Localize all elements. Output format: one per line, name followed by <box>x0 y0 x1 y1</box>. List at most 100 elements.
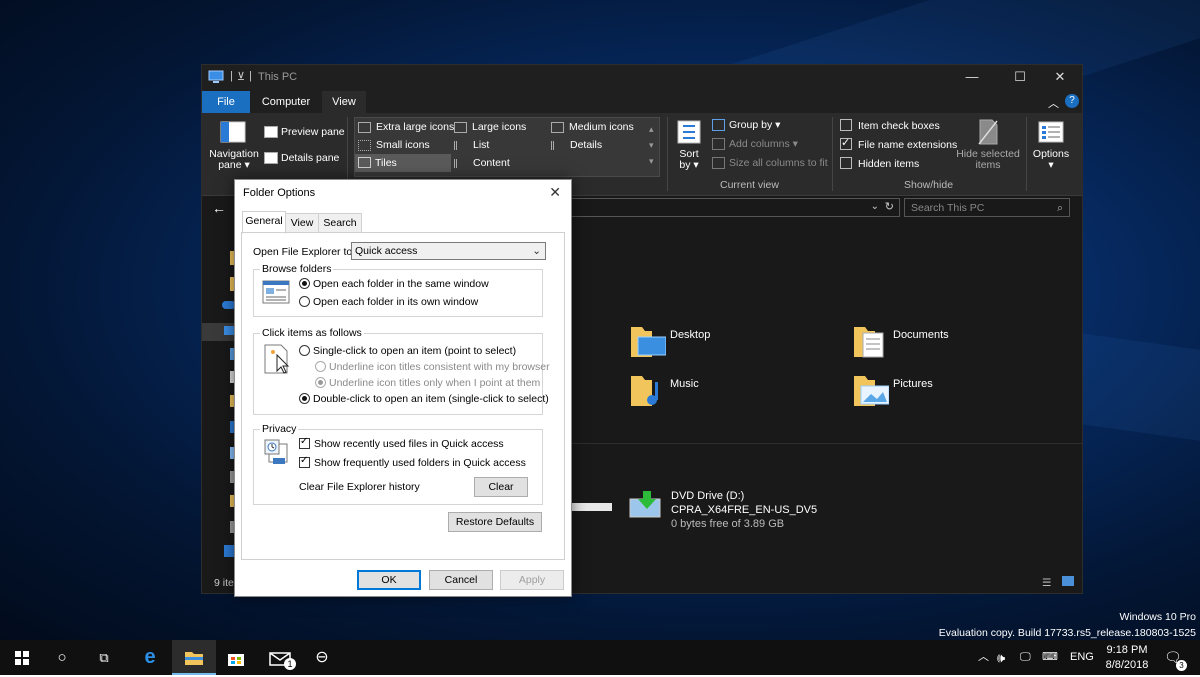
search-box[interactable]: Search This PC ⌕ <box>904 198 1070 217</box>
group-by-button[interactable]: Group by ▾ <box>712 119 780 132</box>
options-button[interactable]: Options ▾ <box>1031 149 1071 171</box>
tab-general[interactable]: General <box>242 211 286 234</box>
underline-point-radio[interactable] <box>315 376 326 388</box>
dvd-drive[interactable]: DVD Drive (D:) CPRA_X64FRE_EN-US_DV5 0 b… <box>629 489 817 530</box>
tab-file[interactable]: File <box>202 91 250 113</box>
folder-desktop[interactable]: Desktop <box>630 323 710 362</box>
single-click-option[interactable]: Single-click to open an item (point to s… <box>299 344 517 357</box>
mail-button[interactable]: 1 <box>258 640 302 675</box>
dialog-close-icon[interactable]: ✕ <box>549 184 561 201</box>
recent-files-checkbox[interactable] <box>299 436 310 449</box>
nav-this-pc-selected[interactable] <box>202 323 236 341</box>
hide-selected-items-icon <box>978 119 998 145</box>
network-tray-icon[interactable]: 🖵 <box>1020 640 1031 675</box>
layout-gallery-scroll[interactable]: ▴ ▾ ▾ <box>649 121 654 169</box>
apply-button[interactable]: Apply <box>500 570 564 590</box>
volume-icon[interactable]: 🕪 <box>997 640 1005 675</box>
clock[interactable]: 9:18 PM 8/8/2018 <box>1102 643 1152 673</box>
underline-browser-radio[interactable] <box>315 360 326 372</box>
keyboard-icon[interactable]: ⌨ <box>1042 640 1058 675</box>
layout-tiles-selected[interactable]: Tiles <box>355 154 451 172</box>
size-columns-icon <box>712 157 725 170</box>
details-pane-button[interactable]: Details pane <box>264 152 339 165</box>
same-window-option[interactable]: Open each folder in the same window <box>299 277 489 290</box>
maximize-button[interactable]: ☐ <box>998 65 1042 91</box>
single-click-label: Single-click to open an item (point to s… <box>313 345 517 357</box>
ok-button[interactable]: OK <box>357 570 421 590</box>
clear-button[interactable]: Clear <box>474 477 528 497</box>
item-check-boxes-checkbox[interactable] <box>840 119 852 132</box>
tab-search[interactable]: Search <box>318 213 362 233</box>
address-dropdown-icon[interactable]: ⌄ <box>871 201 879 212</box>
underline-point-option[interactable]: Underline icon titles only when I point … <box>315 376 540 389</box>
windows-logo-icon <box>15 651 29 666</box>
underline-browser-label: Underline icon titles consistent with my… <box>329 361 550 373</box>
navigation-pane-button[interactable]: Navigation pane ▾ <box>208 149 260 171</box>
item-check-boxes-toggle[interactable]: Item check boxes <box>840 119 940 132</box>
open-explorer-to-select[interactable]: Quick access ⌄ <box>351 242 546 260</box>
layout-details[interactable]: Details <box>551 139 602 151</box>
file-explorer-taskbar-button[interactable] <box>172 640 216 675</box>
folder-music[interactable]: Music <box>630 372 699 411</box>
address-bar[interactable]: ⌄ ↻ <box>570 198 900 217</box>
frequent-folders-option[interactable]: Show frequently used folders in Quick ac… <box>299 455 526 469</box>
cortana-button[interactable]: ○ <box>40 640 84 675</box>
help-icon[interactable]: ? <box>1065 94 1079 108</box>
preview-pane-button[interactable]: Preview pane <box>264 126 345 139</box>
size-columns-button[interactable]: Size all columns to fit <box>712 157 828 170</box>
small-icons-label: Small icons <box>376 139 430 151</box>
recent-files-option[interactable]: Show recently used files in Quick access <box>299 436 504 450</box>
layout-large-icons[interactable]: Large icons <box>454 121 526 133</box>
hide-selected-items-button[interactable]: Hide selected items <box>954 149 1022 171</box>
file-name-extensions-toggle[interactable]: File name extensions <box>840 136 957 151</box>
frequent-folders-label: Show frequently used folders in Quick ac… <box>314 457 526 469</box>
mixed-reality-button[interactable]: ⊖ <box>300 640 344 675</box>
tab-computer[interactable]: Computer <box>252 91 320 113</box>
own-window-radio[interactable] <box>299 295 310 307</box>
single-click-radio[interactable] <box>299 344 310 356</box>
sort-by-button[interactable]: Sort by ▾ <box>676 149 702 171</box>
language-indicator[interactable]: ENG <box>1070 640 1094 675</box>
underline-browser-option[interactable]: Underline icon titles consistent with my… <box>315 360 550 373</box>
show-hidden-icons[interactable]: ︿ <box>978 640 989 675</box>
tiles-icon <box>358 157 371 171</box>
layout-small-icons[interactable]: Small icons <box>358 139 430 151</box>
frequent-folders-checkbox[interactable] <box>299 455 310 468</box>
restore-defaults-button[interactable]: Restore Defaults <box>448 512 542 532</box>
add-columns-button[interactable]: Add columns ▾ <box>712 138 798 151</box>
file-name-extensions-checkbox[interactable] <box>840 136 852 151</box>
double-click-radio[interactable] <box>299 392 310 404</box>
details-view-icon[interactable]: ☰ <box>1042 577 1051 589</box>
task-view-button[interactable]: ⧉ <box>82 640 126 675</box>
layout-content[interactable]: Content <box>454 157 510 169</box>
cancel-button[interactable]: Cancel <box>429 570 493 590</box>
collapse-ribbon-icon[interactable]: ︿ <box>1048 95 1059 111</box>
action-center-button[interactable]: 🗨 3 <box>1164 640 1187 675</box>
browse-folders-legend: Browse folders <box>260 263 334 275</box>
same-window-radio[interactable] <box>299 277 310 289</box>
documents-folder-icon <box>854 327 884 358</box>
tab-view[interactable]: View <box>322 91 366 113</box>
tab-view-options[interactable]: View <box>285 213 319 233</box>
hidden-items-checkbox[interactable] <box>840 157 852 170</box>
this-pc-icon <box>208 70 224 83</box>
close-window-button[interactable]: ✕ <box>1038 65 1082 91</box>
refresh-icon[interactable]: ↻ <box>885 200 894 213</box>
edge-button[interactable]: e <box>128 640 172 675</box>
folder-documents[interactable]: Documents <box>853 323 949 362</box>
large-icons-view-icon[interactable] <box>1062 576 1074 586</box>
start-button[interactable] <box>0 640 44 675</box>
own-window-option[interactable]: Open each folder in its own window <box>299 295 478 308</box>
folder-pictures[interactable]: Pictures <box>853 372 933 411</box>
double-click-option[interactable]: Double-click to open an item (single-cli… <box>299 392 549 405</box>
back-arrow-icon[interactable]: ← <box>212 200 226 216</box>
store-bag-icon <box>228 654 244 667</box>
store-button[interactable] <box>214 640 258 675</box>
layout-list[interactable]: List <box>454 139 489 151</box>
customize-qat-icon[interactable]: ⊻ <box>237 70 245 83</box>
clock-date: 8/8/2018 <box>1105 659 1149 671</box>
hidden-items-toggle[interactable]: Hidden items <box>840 157 919 170</box>
layout-medium-icons[interactable]: Medium icons <box>551 121 634 133</box>
layout-extra-large-icons[interactable]: Extra large icons <box>358 121 454 133</box>
minimize-button[interactable]: — <box>950 65 994 91</box>
